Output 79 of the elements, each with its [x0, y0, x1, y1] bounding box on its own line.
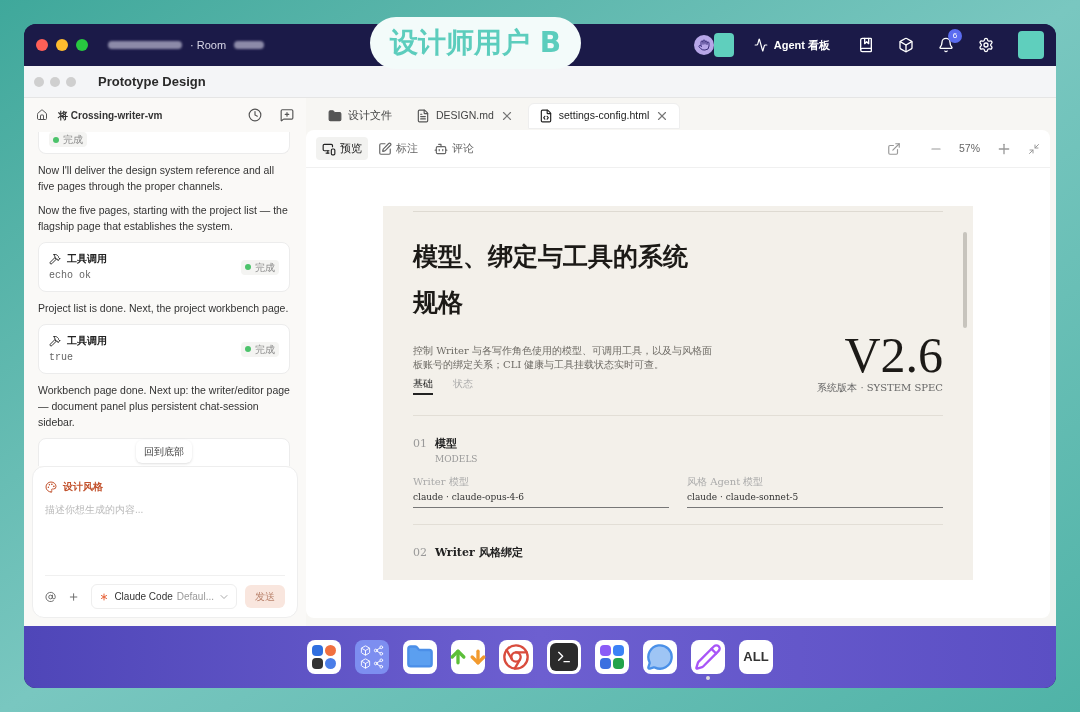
- tool-title: 工具调用: [67, 334, 107, 348]
- file-tab[interactable]: DESIGN.md: [406, 104, 524, 128]
- agent-select[interactable]: Claude Code Defaul...: [91, 584, 237, 609]
- new-chat-icon[interactable]: [280, 108, 294, 122]
- notification-count: 6: [948, 29, 962, 43]
- document-title: 规格: [413, 287, 464, 319]
- mode-tab[interactable]: 标注: [372, 136, 424, 161]
- hammer-icon: [49, 252, 61, 265]
- document-title: 模型、绑定与工具的系统: [413, 241, 689, 273]
- dock-app-button[interactable]: [547, 640, 581, 674]
- section-number: 02: [413, 544, 427, 561]
- close-button[interactable]: [36, 39, 48, 51]
- chat-bubbles-icon: [646, 643, 674, 671]
- browser-icon: [502, 643, 530, 671]
- pulse-icon: [753, 38, 768, 52]
- maximize-button[interactable]: [76, 39, 88, 51]
- chat-bot-icon: [434, 141, 448, 156]
- field-label: 风格 Agent 模型: [687, 475, 765, 489]
- zoom-level: 57%: [959, 140, 980, 156]
- notification-bell-icon[interactable]: [938, 37, 954, 53]
- app-grid-icon: [600, 645, 624, 669]
- message-text: Now the five pages, starting with the project list — the flagship page that establishes the system.: [38, 203, 289, 234]
- bookmark-icon[interactable]: [858, 37, 874, 53]
- status-label: 完成: [63, 133, 83, 147]
- document-tab[interactable]: 基础: [413, 376, 433, 395]
- home-icon[interactable]: [36, 109, 48, 121]
- app-cluster-icon: [312, 645, 336, 669]
- history-icon[interactable]: [248, 108, 262, 122]
- collapse-icon[interactable]: [1028, 142, 1040, 155]
- avatar: [1018, 31, 1044, 59]
- version-caption: 系统版本 · SYSTEM SPEC: [817, 381, 943, 395]
- code-file-icon: [538, 109, 553, 123]
- settings-icon[interactable]: [978, 37, 994, 53]
- palette-icon: [45, 480, 57, 493]
- message-text: Project list is done. Next, the project workbench page.: [38, 301, 290, 316]
- file-icon: [416, 109, 430, 123]
- section-subtitle: MODELS: [435, 452, 479, 466]
- hammer-icon: [49, 334, 61, 347]
- minimize-button[interactable]: [56, 39, 68, 51]
- mention-icon[interactable]: [45, 589, 57, 604]
- terminal-icon: [550, 643, 578, 671]
- folder-icon: [406, 643, 434, 671]
- mode-tab[interactable]: 预览: [316, 136, 368, 161]
- field-value[interactable]: claude · claude-sonnet-5: [687, 491, 943, 508]
- app-cluster-icon: [360, 645, 384, 669]
- file-tab[interactable]: settings-config.html: [527, 103, 681, 129]
- status-label: 完成: [255, 342, 275, 357]
- field-label: Writer 模型: [413, 475, 470, 489]
- style-tag: 设计风格: [63, 479, 103, 494]
- all-apps-button[interactable]: ALL: [739, 640, 773, 674]
- message-text: Workbench page done. Next up: the writer/editor page — document panel plus persistent chat-session sidebar.: [38, 383, 290, 430]
- field-value[interactable]: claude · claude-opus-4-6: [413, 491, 669, 508]
- window-title: Prototype Design: [98, 72, 206, 91]
- open-external-icon[interactable]: [887, 141, 901, 156]
- tool-command: true: [49, 351, 74, 365]
- mode-tab[interactable]: 评论: [428, 136, 480, 161]
- scroll-to-bottom-button[interactable]: 回到底部: [136, 440, 192, 463]
- dock-app-button[interactable]: [307, 640, 341, 674]
- blurred-text: [234, 41, 265, 49]
- agent-board-button[interactable]: Agent 看板: [753, 36, 830, 54]
- status-label: 完成: [255, 260, 275, 275]
- monitor-icon: [322, 141, 336, 156]
- section-title: Writer 风格绑定: [435, 544, 523, 561]
- avatar: [713, 33, 734, 57]
- tool-command: echo ok: [49, 269, 92, 283]
- folder-icon: [328, 109, 342, 123]
- tool-title: 工具调用: [67, 252, 107, 266]
- message-text: Now I'll deliver the design system reference and all five pages through the proper channels.: [38, 163, 276, 194]
- overlay-label: 设计师用户 B: [370, 17, 582, 69]
- avatar-hand-icon: [693, 35, 714, 55]
- pen-icon: [378, 141, 392, 156]
- file-tab[interactable]: 设计文件: [318, 104, 402, 128]
- version-number: V2.6: [844, 330, 943, 380]
- section-title: 模型: [435, 436, 457, 452]
- room-label: · Room: [190, 37, 227, 53]
- document-description: 控制 Writer 与各写作角色使用的模型、可调用工具，以及与风格面板账号的绑定关系；CLI 健康与工具挂载状态实时可查。: [413, 344, 713, 372]
- section-number: 01: [413, 436, 427, 452]
- prompt-input[interactable]: 描述你想生成的内容...: [45, 502, 285, 517]
- session-title: 将 Crossing-writer-vm: [58, 108, 164, 123]
